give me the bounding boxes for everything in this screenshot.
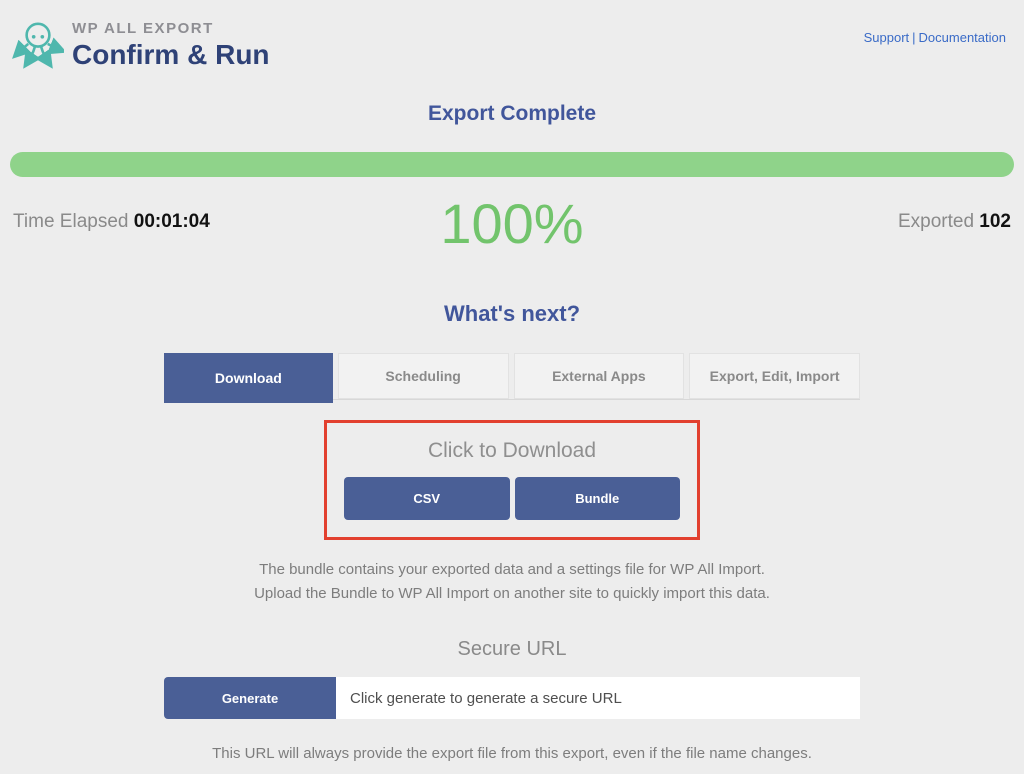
secure-url-footnote: This URL will always provide the export … xyxy=(0,745,1024,762)
progress-bar xyxy=(10,152,1014,177)
bundle-download-button[interactable]: Bundle xyxy=(515,477,681,520)
export-complete-heading: Export Complete xyxy=(0,102,1024,126)
bundle-description-line1: The bundle contains your exported data a… xyxy=(0,558,1024,582)
time-elapsed-value: 00:01:04 xyxy=(134,211,210,232)
whats-next-heading: What's next? xyxy=(0,301,1024,327)
documentation-link[interactable]: Documentation xyxy=(919,30,1006,45)
exported-value: 102 xyxy=(979,211,1011,232)
bundle-description: The bundle contains your exported data a… xyxy=(0,558,1024,606)
stats-row: Time Elapsed 00:01:04 100% Exported 102 xyxy=(0,185,1024,263)
link-divider: | xyxy=(909,30,918,45)
exported-label: Exported xyxy=(898,211,974,232)
octopus-icon xyxy=(12,18,64,74)
secure-url-heading: Secure URL xyxy=(0,638,1024,661)
brand-lockup: WP ALL EXPORT Confirm & Run xyxy=(12,14,1008,74)
tab-bar: Download Scheduling External Apps Export… xyxy=(164,353,860,400)
click-to-download-heading: Click to Download xyxy=(344,439,680,463)
brand-name: WP ALL EXPORT xyxy=(72,20,270,37)
bundle-description-line2: Upload the Bundle to WP All Import on an… xyxy=(0,582,1024,606)
tab-external-apps[interactable]: External Apps xyxy=(514,353,685,399)
time-elapsed-label: Time Elapsed xyxy=(13,211,128,232)
exported-count: Exported 102 xyxy=(898,211,1011,233)
generate-button[interactable]: Generate xyxy=(164,677,336,719)
tab-export-edit-import[interactable]: Export, Edit, Import xyxy=(689,353,860,399)
download-highlight-box: Click to Download CSV Bundle xyxy=(324,420,700,540)
secure-url-row: Generate xyxy=(164,677,860,719)
support-link[interactable]: Support xyxy=(864,30,910,45)
tab-scheduling[interactable]: Scheduling xyxy=(338,353,509,399)
csv-download-button[interactable]: CSV xyxy=(344,477,510,520)
top-nav-links: Support|Documentation xyxy=(864,30,1006,45)
brand-text: WP ALL EXPORT Confirm & Run xyxy=(72,14,270,71)
secure-url-input[interactable] xyxy=(336,677,860,719)
download-buttons: CSV Bundle xyxy=(344,477,680,520)
header: WP ALL EXPORT Confirm & Run Support|Docu… xyxy=(0,0,1024,86)
tab-download[interactable]: Download xyxy=(164,353,333,403)
page-title: Confirm & Run xyxy=(72,39,270,71)
time-elapsed: Time Elapsed 00:01:04 xyxy=(13,211,210,233)
